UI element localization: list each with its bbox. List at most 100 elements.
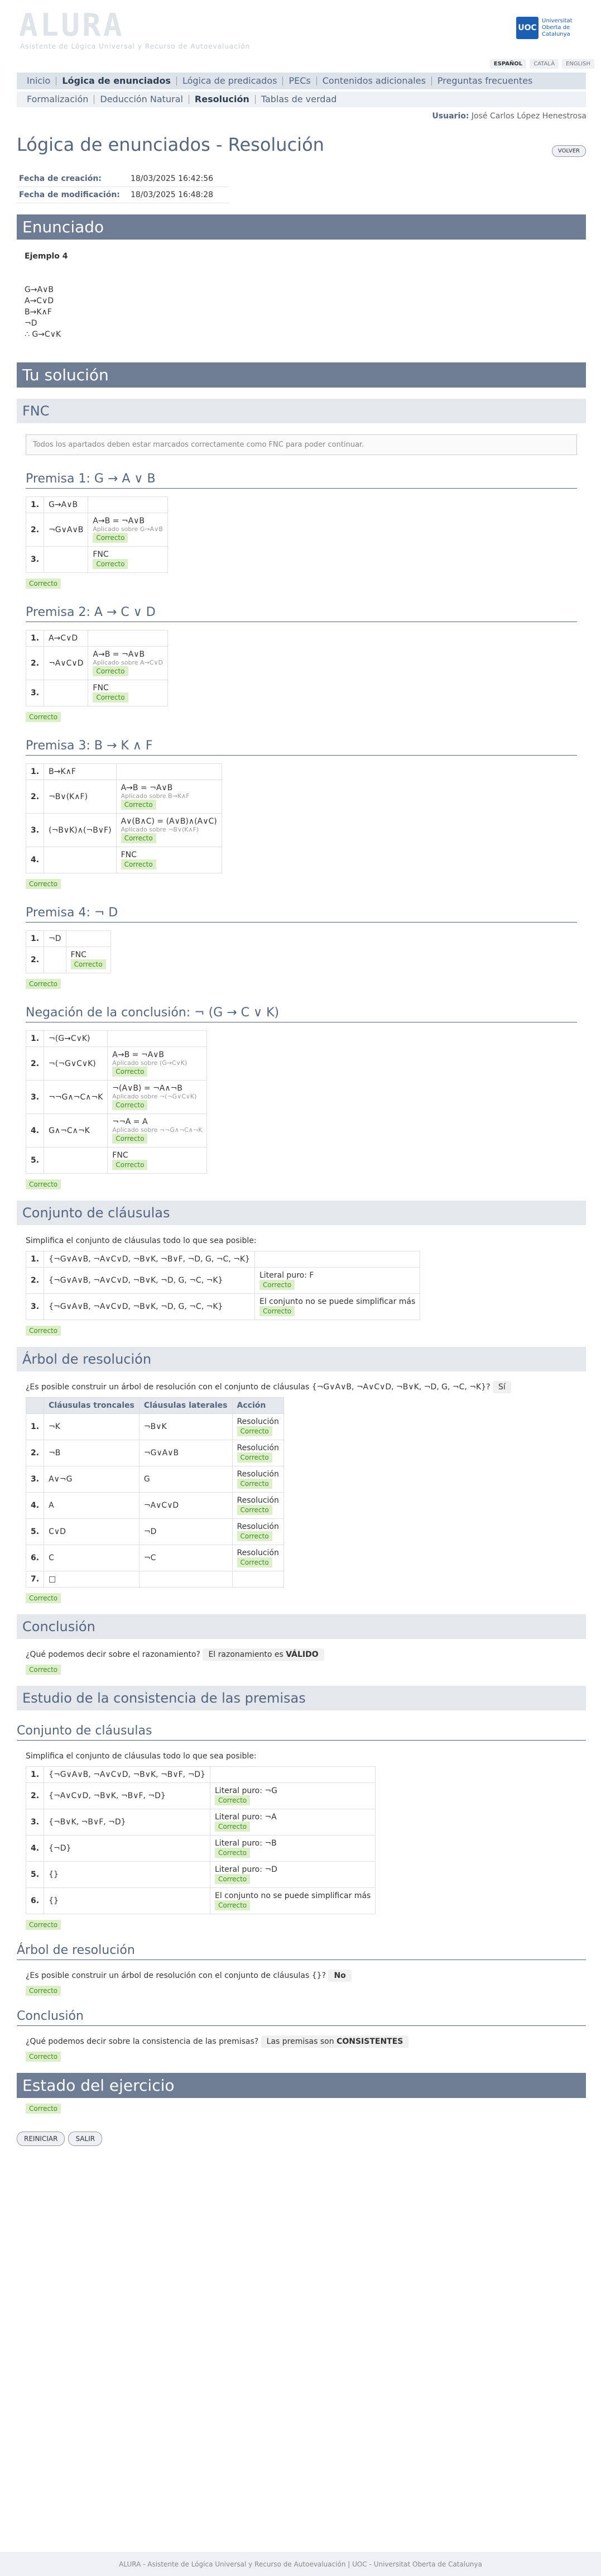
step-number: 5. — [25, 1518, 45, 1545]
clause-row: 1. {¬G∨A∨B, ¬A∨C∨D, ¬B∨K, ¬B∨F, ¬D, G, ¬C… — [25, 1251, 421, 1268]
rule-applied: Aplicado sobre A→C∨D — [93, 659, 163, 666]
lang-es[interactable]: ESPAÑOL — [489, 59, 527, 69]
formula-cell — [44, 1147, 108, 1174]
formula-cell: ¬¬G∧¬C∧¬K — [44, 1080, 108, 1114]
nav-faq[interactable]: Preguntas frecuentes — [432, 77, 538, 85]
mod-date: 18/03/2025 16:48:28 — [128, 187, 229, 203]
step-number: 5. — [25, 1147, 45, 1174]
rule-cell: A∨(B∧C) = (A∨B)∧(A∨C) Aplicado sobre ¬B∨(… — [116, 813, 222, 847]
lang-ca[interactable]: CATALÀ — [530, 59, 559, 69]
correct-badge: Correcto — [237, 1557, 272, 1567]
clause-note: Literal puro: ¬G Correcto — [209, 1782, 376, 1809]
premise-table: 1. ¬(G→C∨K) 2. ¬(¬G∨C∨K) A→B = ¬A∨B Aplicado … — [25, 1030, 208, 1174]
nav-tablas[interactable]: Tablas de verdad — [256, 95, 343, 104]
premise-row: 4. FNC Correcto — [25, 847, 222, 873]
formula-cell — [44, 847, 117, 873]
correct-badge: Correcto — [26, 1179, 61, 1189]
clause-note: Literal puro: ¬B Correcto — [209, 1835, 376, 1862]
tree-answer[interactable]: Sí — [493, 1381, 511, 1393]
enunciado-header: Enunciado — [17, 214, 586, 240]
tree-row: 5. C∨D ¬D Resolución Correcto — [25, 1518, 284, 1545]
correct-badge: Correcto — [93, 666, 128, 676]
premise-title: Negación de la conclusión: ¬ (G → C ∨ K) — [26, 1006, 577, 1022]
step-number: 4. — [25, 1113, 45, 1148]
conclusion-answer-value: VÁLIDO — [286, 1650, 319, 1659]
tree-header-row: Cláusulas troncales Cláusulas laterales Ac… — [25, 1397, 284, 1414]
enunciado-line: ∴ G→C∨K — [25, 330, 61, 339]
premise-table: 1. B→K∧F 2. ¬B∨(K∧F) A→B = ¬A∨B Aplicado sobr… — [25, 763, 222, 873]
premise-row: 5. FNC Correcto — [25, 1147, 208, 1174]
correct-badge: Correcto — [237, 1452, 272, 1463]
consistency-conclusion-answer[interactable]: Las premisas son CONSISTENTES — [261, 2035, 409, 2048]
correct-badge: Correcto — [237, 1426, 272, 1436]
conclusion-question-text: ¿Qué podemos decir sobre el razonamiento… — [26, 1650, 200, 1659]
tree-col-header: Acción — [232, 1397, 284, 1414]
lang-en[interactable]: ENGLISH — [562, 59, 594, 69]
action-cell: Resolución Correcto — [232, 1466, 284, 1493]
rule-cell: FNC Correcto — [88, 546, 168, 573]
clause-row: 5.{} Literal puro: ¬D Correcto — [25, 1861, 376, 1888]
premise-status: Correcto — [26, 879, 577, 889]
nav-enunciados[interactable]: Lógica de enunciados — [56, 77, 177, 85]
reset-button[interactable]: REINICIAR — [17, 2131, 65, 2146]
formula-cell: ¬(¬G∨C∨K) — [44, 1046, 108, 1081]
consistency-tree-answer[interactable]: No — [328, 1970, 352, 1982]
clause-note-text: Literal puro: F — [259, 1271, 314, 1280]
correct-badge: Correcto — [259, 1306, 295, 1316]
nav-predicados[interactable]: Lógica de predicados — [177, 77, 283, 85]
premise-row: 2. ¬(¬G∨C∨K) A→B = ¬A∨B Aplicado sobre (G→C… — [25, 1046, 208, 1081]
clause-note-text: Literal puro: ¬B — [215, 1839, 277, 1848]
clause-note: El conjunto no se puede simplificar más C… — [209, 1887, 376, 1914]
conclusion-answer[interactable]: El razonamiento es VÁLIDO — [203, 1648, 324, 1661]
header: ALURA Asistente de Lógica Universal y Re… — [0, 0, 601, 56]
rule-text: A∨(B∧C) = (A∨B)∧(A∨C) — [121, 817, 217, 826]
language-selector: ESPAÑOL CATALÀ ENGLISH — [489, 59, 594, 69]
creation-label: Fecha de creación: — [17, 171, 128, 187]
consistency-concl-value: CONSISTENTES — [336, 2037, 403, 2046]
step-number: 3. — [25, 1293, 45, 1320]
consistency-concl-q-text: ¿Qué podemos decir sobre la consistencia… — [26, 2037, 259, 2046]
trunk-clause: ¬K — [44, 1413, 140, 1440]
user-label: Usuario: — [432, 112, 469, 121]
nav-contenidos[interactable]: Contenidos adicionales — [317, 77, 432, 85]
consistency-tree-status: Correcto — [26, 1986, 577, 1996]
nav-inicio[interactable]: Inicio — [21, 77, 57, 85]
step-number: 6. — [25, 1887, 45, 1914]
formula-cell: A→C∨D — [44, 630, 89, 647]
action-text: Resolución — [237, 1549, 279, 1557]
tree-col-header: Cláusulas laterales — [138, 1397, 233, 1414]
app-subtitle: Asistente de Lógica Universal y Recurso … — [20, 42, 251, 50]
clauses-intro: Simplifica el conjunto de cláusulas todo… — [26, 1236, 257, 1245]
rule-applied: Aplicado sobre ¬¬G∧¬C∧¬K — [112, 1126, 203, 1134]
correct-badge: Correcto — [93, 533, 128, 543]
clause-note: Literal puro: F Correcto — [254, 1267, 421, 1294]
rule-text: A→B = ¬A∨B — [93, 517, 145, 525]
nav-deduccion[interactable]: Deducción Natural — [94, 95, 189, 104]
premise-row: 1. G→A∨B — [25, 496, 168, 513]
user-info: Usuario: José Carlos López Henestrosa — [432, 112, 586, 121]
clause-note: Literal puro: ¬A Correcto — [209, 1809, 376, 1836]
nav-pecs[interactable]: PECs — [283, 77, 317, 85]
clause-note-text: El conjunto no se puede simplificar más — [215, 1891, 371, 1900]
step-number: 1. — [25, 1251, 45, 1268]
nav-resolucion[interactable]: Resolución — [189, 95, 256, 104]
footer: ALURA - Asistente de Lógica Universal y … — [0, 2552, 601, 2576]
nav-formalizacion[interactable]: Formalización — [21, 95, 95, 104]
step-number: 3. — [25, 1080, 45, 1114]
clause-set: {} — [44, 1861, 210, 1888]
rule-applied: Aplicado sobre ¬B∨(K∧F) — [121, 826, 199, 833]
consistency-tree-q-text: ¿Es posible construir un árbol de resolu… — [26, 1971, 326, 1980]
clause-set: {¬G∨A∨B, ¬A∨C∨D, ¬B∨K, ¬B∨F, ¬D} — [44, 1766, 210, 1783]
formula-cell: ¬G∨A∨B — [44, 513, 89, 547]
premise-title: Premisa 1: G → A ∨ B — [26, 472, 577, 489]
main-content: Lógica de enunciados - Resolución VOLVER… — [17, 134, 586, 2146]
correct-badge: Correcto — [237, 1505, 272, 1515]
tree-question-text: ¿Es posible construir un árbol de resolu… — [26, 1383, 491, 1392]
volver-button[interactable]: VOLVER — [551, 145, 586, 157]
page-title: Lógica de enunciados - Resolución — [17, 134, 324, 155]
example-title: Ejemplo 4 — [25, 252, 68, 261]
premise-table: 1. ¬D 2. FNC Correcto — [25, 930, 111, 973]
exit-button[interactable]: SALIR — [68, 2131, 103, 2146]
correct-badge: Correcto — [215, 1874, 251, 1884]
rule-cell: FNC Correcto — [65, 947, 111, 973]
